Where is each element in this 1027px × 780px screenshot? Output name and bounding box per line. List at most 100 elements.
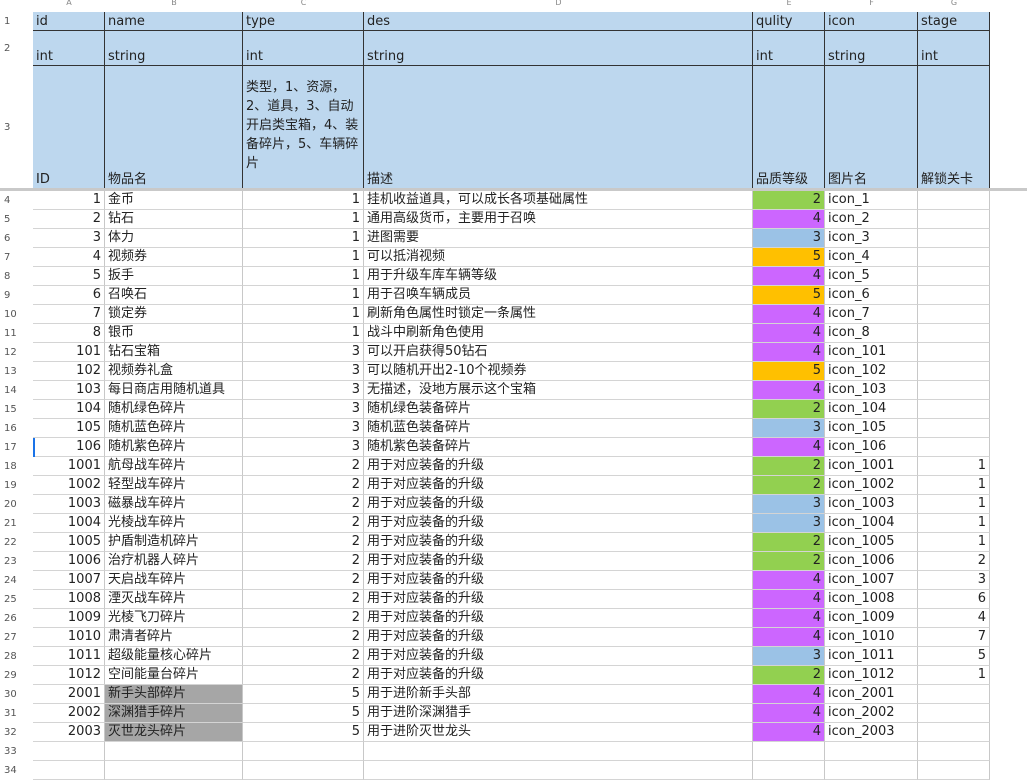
cell-type[interactable]: 2: [243, 457, 364, 476]
cell-des[interactable]: 用于对应装备的升级: [364, 628, 753, 647]
cell-id[interactable]: 106: [33, 438, 105, 457]
cell-id[interactable]: 1006: [33, 552, 105, 571]
cell-stage[interactable]: [918, 248, 990, 267]
cell-id[interactable]: 104: [33, 400, 105, 419]
cell-type[interactable]: 3: [243, 343, 364, 362]
cell-des[interactable]: 用于对应装备的升级: [364, 514, 753, 533]
cell-des[interactable]: 通用高级货币，主要用于召唤: [364, 210, 753, 229]
cell-type[interactable]: 1: [243, 267, 364, 286]
cell-type[interactable]: 2: [243, 571, 364, 590]
cell-name[interactable]: 光棱战车碎片: [105, 514, 243, 533]
cell-empty[interactable]: [918, 742, 990, 761]
cell-empty[interactable]: [33, 742, 105, 761]
cell-des[interactable]: 可以抵消视频: [364, 248, 753, 267]
cell-stage[interactable]: [918, 419, 990, 438]
cell-id[interactable]: 1005: [33, 533, 105, 552]
cell-icon[interactable]: icon_1011: [825, 647, 918, 666]
cell-id[interactable]: 2001: [33, 685, 105, 704]
row-number[interactable]: 22: [0, 533, 33, 552]
cell-stage[interactable]: 7: [918, 628, 990, 647]
cell-stage[interactable]: [918, 438, 990, 457]
row-number[interactable]: 16: [0, 419, 33, 438]
cell-icon[interactable]: icon_1010: [825, 628, 918, 647]
cell-icon[interactable]: icon_104: [825, 400, 918, 419]
cell-type[interactable]: 2: [243, 647, 364, 666]
row-number[interactable]: 24: [0, 571, 33, 590]
cell-type[interactable]: 5: [243, 704, 364, 723]
cell-stage[interactable]: 3: [918, 571, 990, 590]
cell-id[interactable]: 2: [33, 210, 105, 229]
cell-name[interactable]: 轻型战车碎片: [105, 476, 243, 495]
cell-quality[interactable]: 5: [753, 248, 825, 267]
cell-stage[interactable]: [918, 704, 990, 723]
cell-stage[interactable]: 4: [918, 609, 990, 628]
cell-type[interactable]: 1: [243, 248, 364, 267]
cell-type[interactable]: 2: [243, 552, 364, 571]
cell-quality[interactable]: 4: [753, 685, 825, 704]
cell-type[interactable]: 5: [243, 685, 364, 704]
cell-stage[interactable]: 1: [918, 666, 990, 685]
cell-stage[interactable]: 5: [918, 647, 990, 666]
cell-quality[interactable]: 2: [753, 552, 825, 571]
header-label-cell[interactable]: 描述: [364, 66, 753, 190]
cell-icon[interactable]: icon_103: [825, 381, 918, 400]
row-number[interactable]: 13: [0, 362, 33, 381]
cell-des[interactable]: 用于对应装备的升级: [364, 647, 753, 666]
cell-stage[interactable]: [918, 343, 990, 362]
cell-id[interactable]: 102: [33, 362, 105, 381]
cell-quality[interactable]: 4: [753, 704, 825, 723]
cell-stage[interactable]: [918, 286, 990, 305]
cell-icon[interactable]: icon_1003: [825, 495, 918, 514]
row-number[interactable]: 15: [0, 400, 33, 419]
row-number[interactable]: 30: [0, 685, 33, 704]
cell-id[interactable]: 7: [33, 305, 105, 324]
cell-quality[interactable]: 4: [753, 438, 825, 457]
cell-icon[interactable]: icon_1001: [825, 457, 918, 476]
cell-id[interactable]: 1001: [33, 457, 105, 476]
cell-des[interactable]: 随机紫色装备碎片: [364, 438, 753, 457]
column-letter-c[interactable]: C: [243, 0, 364, 11]
cell-name[interactable]: 灭世龙头碎片: [105, 723, 243, 742]
cell-quality[interactable]: 2: [753, 400, 825, 419]
row-number[interactable]: 33: [0, 742, 33, 761]
cell-icon[interactable]: icon_1006: [825, 552, 918, 571]
cell-name[interactable]: 随机蓝色碎片: [105, 419, 243, 438]
cell-stage[interactable]: [918, 210, 990, 229]
cell-name[interactable]: 超级能量核心碎片: [105, 647, 243, 666]
cell-type[interactable]: 3: [243, 438, 364, 457]
cell-empty[interactable]: [243, 742, 364, 761]
cell-id[interactable]: 1008: [33, 590, 105, 609]
cell-des[interactable]: 随机蓝色装备碎片: [364, 419, 753, 438]
cell-des[interactable]: 用于对应装备的升级: [364, 457, 753, 476]
cell-id[interactable]: 1009: [33, 609, 105, 628]
cell-des[interactable]: 用于对应装备的升级: [364, 609, 753, 628]
cell-type[interactable]: 2: [243, 514, 364, 533]
cell-stage[interactable]: [918, 191, 990, 210]
cell-icon[interactable]: icon_6: [825, 286, 918, 305]
cell-stage[interactable]: [918, 400, 990, 419]
cell-name[interactable]: 金币: [105, 191, 243, 210]
row-number[interactable]: 34: [0, 761, 33, 780]
header-cell[interactable]: string: [825, 31, 918, 66]
cell-name[interactable]: 随机紫色碎片: [105, 438, 243, 457]
cell-empty[interactable]: [364, 761, 753, 780]
cell-icon[interactable]: icon_1012: [825, 666, 918, 685]
cell-des[interactable]: 随机绿色装备碎片: [364, 400, 753, 419]
column-letter-g[interactable]: G: [918, 0, 990, 11]
header-cell[interactable]: string: [364, 31, 753, 66]
row-number[interactable]: 28: [0, 647, 33, 666]
cell-id[interactable]: 1007: [33, 571, 105, 590]
row-number[interactable]: 31: [0, 704, 33, 723]
cell-quality[interactable]: 4: [753, 571, 825, 590]
cell-icon[interactable]: icon_1005: [825, 533, 918, 552]
cell-icon[interactable]: icon_101: [825, 343, 918, 362]
cell-empty[interactable]: [364, 742, 753, 761]
cell-quality[interactable]: 4: [753, 324, 825, 343]
row-number[interactable]: 4: [0, 191, 33, 210]
cell-empty[interactable]: [918, 761, 990, 780]
cell-icon[interactable]: icon_4: [825, 248, 918, 267]
cell-stage[interactable]: [918, 229, 990, 248]
cell-name[interactable]: 光棱飞刀碎片: [105, 609, 243, 628]
cell-stage[interactable]: 1: [918, 533, 990, 552]
row-number[interactable]: 11: [0, 324, 33, 343]
